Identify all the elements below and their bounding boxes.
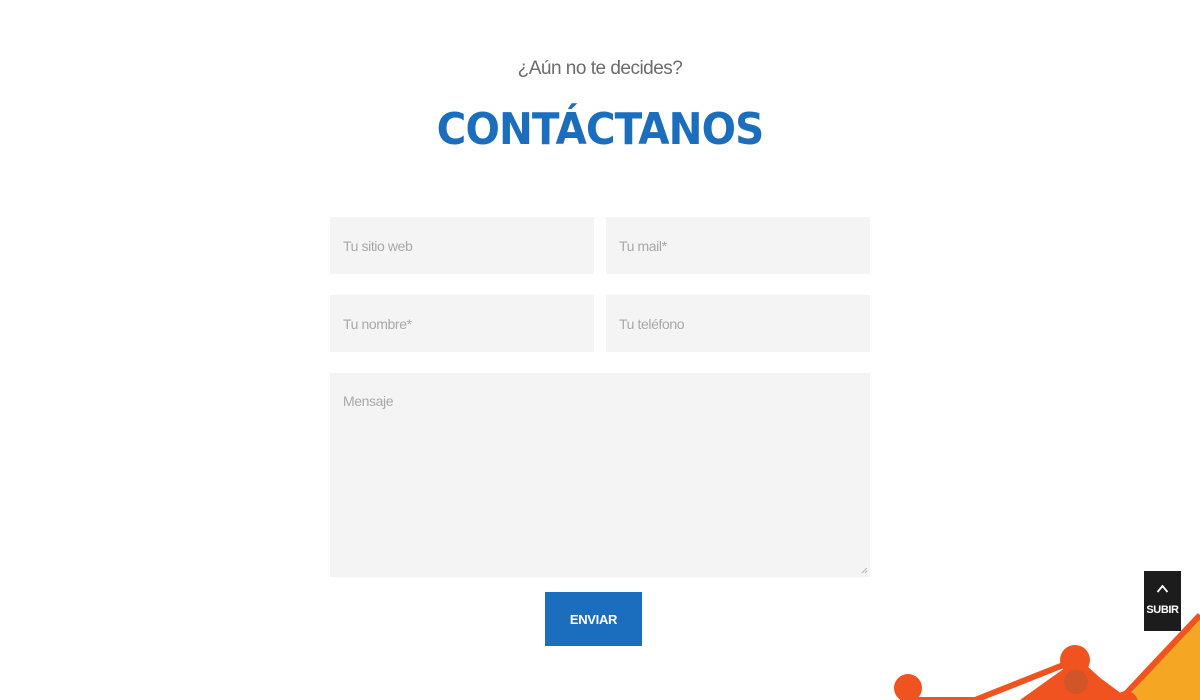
chevron-up-icon <box>1156 584 1169 593</box>
resize-grip-icon[interactable] <box>860 566 868 574</box>
name-input[interactable] <box>330 295 594 352</box>
phone-input[interactable] <box>606 295 870 352</box>
email-input[interactable] <box>606 217 870 274</box>
section-title: CONTÁCTANOS <box>436 104 765 155</box>
section-kicker: ¿Aún no te decides? <box>517 58 683 79</box>
decorative-graph-graphic <box>894 612 1200 700</box>
website-input[interactable] <box>330 217 594 274</box>
contact-section: ¿Aún no te decides? CONTÁCTANOS ENVIAR S… <box>0 0 1200 700</box>
send-button[interactable]: ENVIAR <box>545 592 642 646</box>
message-textarea[interactable] <box>330 373 870 577</box>
